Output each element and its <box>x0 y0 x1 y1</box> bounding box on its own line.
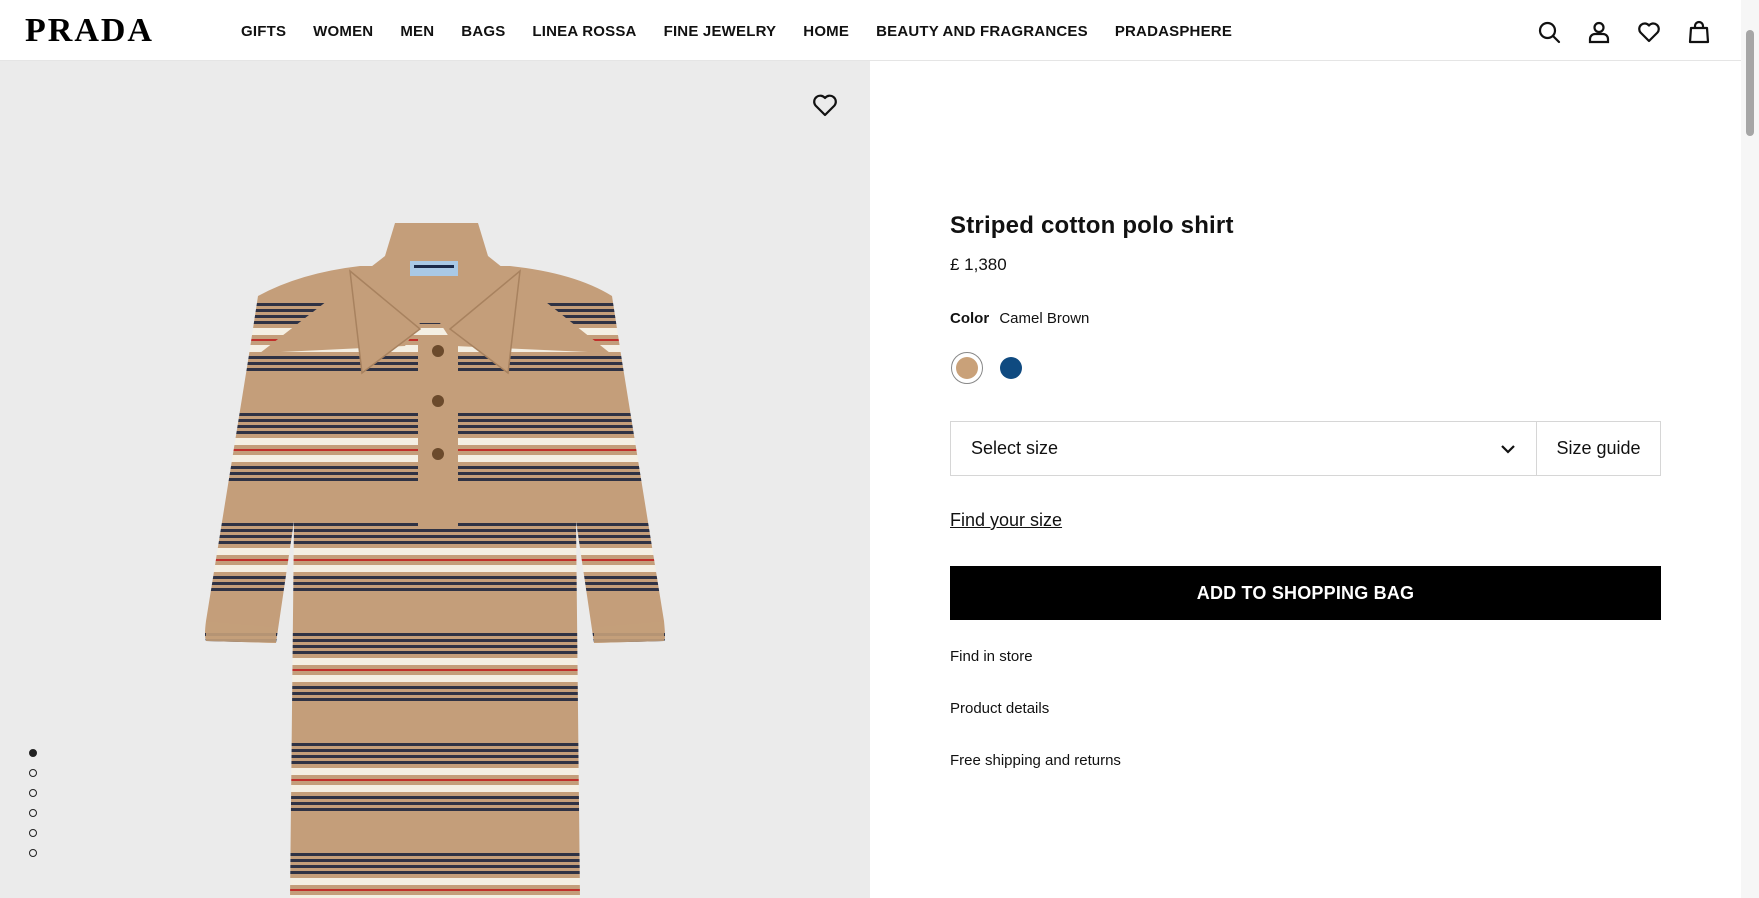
nav-gifts[interactable]: GIFTS <box>241 24 286 40</box>
product-details-link[interactable]: Product details <box>950 700 1049 717</box>
size-select-dropdown[interactable]: Select size <box>951 422 1537 475</box>
wishlist-icon[interactable] <box>1636 19 1662 45</box>
nav-women[interactable]: WOMEN <box>313 24 373 40</box>
gallery-dot[interactable] <box>29 809 37 817</box>
product-title: Striped cotton polo shirt <box>950 212 1234 239</box>
swatch-blue[interactable] <box>995 352 1027 384</box>
free-shipping-returns-link[interactable]: Free shipping and returns <box>950 752 1121 769</box>
color-row: Color Camel Brown <box>950 310 1089 327</box>
gallery-dot[interactable] <box>29 789 37 797</box>
nav-pradasphere[interactable]: PRADASPHERE <box>1115 24 1232 40</box>
page-scrollbar[interactable] <box>1741 0 1759 898</box>
gallery-dot[interactable] <box>29 749 37 757</box>
gallery-dot[interactable] <box>29 849 37 857</box>
size-selector-row: Select size Size guide <box>950 421 1661 476</box>
header-icons <box>1536 19 1736 45</box>
add-to-shopping-bag-button[interactable]: ADD TO SHOPPING BAG <box>950 566 1661 620</box>
find-your-size-link[interactable]: Find your size <box>950 510 1062 531</box>
chevron-down-icon <box>1500 438 1516 459</box>
account-icon[interactable] <box>1586 19 1612 45</box>
product-price: £ 1,380 <box>950 255 1007 274</box>
scrollbar-thumb[interactable] <box>1746 30 1754 136</box>
nav-men[interactable]: MEN <box>400 24 434 40</box>
nav-fine-jewelry[interactable]: FINE JEWELRY <box>664 24 777 40</box>
product-image-gallery[interactable] <box>0 61 870 898</box>
main-nav: GIFTS WOMEN MEN BAGS LINEA ROSSA FINE JE… <box>241 24 1259 40</box>
swatch-color-blue <box>1000 357 1022 379</box>
swatch-color-camel <box>956 357 978 379</box>
nav-bags[interactable]: BAGS <box>461 24 505 40</box>
find-in-store-link[interactable]: Find in store <box>950 648 1033 665</box>
nav-beauty-fragrances[interactable]: BEAUTY AND FRAGRANCES <box>876 24 1088 40</box>
size-guide-button[interactable]: Size guide <box>1537 422 1660 475</box>
gallery-dot[interactable] <box>29 769 37 777</box>
image-wishlist-heart-icon[interactable] <box>812 93 838 117</box>
swatch-camel-brown[interactable] <box>951 352 983 384</box>
color-label: Color <box>950 310 990 327</box>
prada-logo[interactable]: PRADA <box>25 14 154 48</box>
shopping-bag-icon[interactable] <box>1686 19 1712 45</box>
size-select-label: Select size <box>971 438 1059 458</box>
nav-home[interactable]: HOME <box>803 24 849 40</box>
color-swatches <box>951 352 1039 384</box>
gallery-dot[interactable] <box>29 829 37 837</box>
color-value: Camel Brown <box>999 310 1090 327</box>
site-header: PRADA GIFTS WOMEN MEN BAGS LINEA ROSSA F… <box>0 0 1741 61</box>
search-icon[interactable] <box>1536 19 1562 45</box>
product-image <box>205 223 665 898</box>
gallery-pagination <box>29 749 37 869</box>
nav-linea-rossa[interactable]: LINEA ROSSA <box>532 24 636 40</box>
